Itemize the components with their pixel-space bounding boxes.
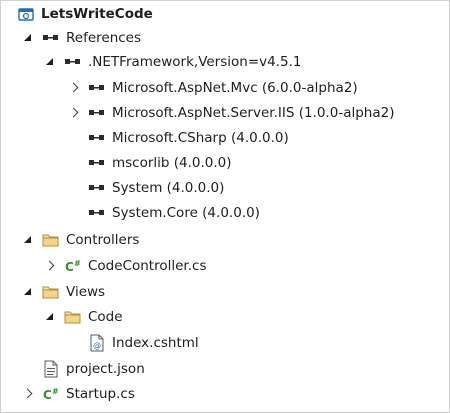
csharp-file-icon: C # <box>64 257 82 275</box>
expanded-icon[interactable] <box>2 7 16 21</box>
reference-icon <box>88 129 106 147</box>
tree-item-reference[interactable]: System.Core (4.0.0.0) <box>68 201 260 225</box>
tree-item-reference[interactable]: Microsoft.AspNet.Server.IIS (1.0.0-alpha… <box>68 101 394 125</box>
tree-item-framework[interactable]: .NETFramework,Version=v4.5.1 <box>44 50 301 74</box>
reference-icon <box>88 204 106 222</box>
reference-label: Microsoft.CSharp (4.0.0.0) <box>112 130 289 146</box>
reference-icon <box>88 104 106 122</box>
tree-item-reference[interactable]: mscorlib (4.0.0.0) <box>68 151 232 175</box>
svg-text:#: # <box>74 259 81 268</box>
no-toggle <box>68 206 82 220</box>
svg-text:@: @ <box>93 341 101 350</box>
reference-icon <box>88 179 106 197</box>
expanded-arrow-icon[interactable] <box>44 55 58 69</box>
expanded-arrow-icon[interactable] <box>22 233 36 247</box>
reference-label: System (4.0.0.0) <box>112 180 225 196</box>
tree-item-code-folder[interactable]: Code <box>44 305 123 329</box>
razor-file-icon: @ <box>88 334 106 352</box>
expanded-arrow-icon[interactable] <box>44 310 58 324</box>
no-toggle <box>68 181 82 195</box>
reference-label: Microsoft.AspNet.Mvc (6.0.0-alpha2) <box>112 80 358 96</box>
reference-label: mscorlib (4.0.0.0) <box>112 155 232 171</box>
folder-icon <box>42 283 60 301</box>
index-view-label: Index.cshtml <box>112 335 199 351</box>
tree-item-project[interactable]: LetsWriteCode <box>2 2 153 26</box>
svg-text:C: C <box>43 388 52 402</box>
tree-item-startup[interactable]: C # Startup.cs <box>22 382 135 406</box>
tree-item-controllers-folder[interactable]: Controllers <box>22 228 139 252</box>
collapsed-arrow-icon[interactable] <box>68 106 82 120</box>
views-label: Views <box>66 284 106 300</box>
project-json-label: project.json <box>66 361 145 377</box>
tree-item-project-json[interactable]: project.json <box>22 357 145 381</box>
reference-label: Microsoft.AspNet.Server.IIS (1.0.0-alpha… <box>112 105 395 121</box>
references-label: References <box>66 30 142 46</box>
code-folder-label: Code <box>88 309 123 325</box>
code-controller-label: CodeController.cs <box>88 258 207 274</box>
folder-icon <box>64 308 82 326</box>
reference-icon <box>88 154 106 172</box>
reference-label: System.Core (4.0.0.0) <box>112 205 260 221</box>
tree-item-reference[interactable]: Microsoft.AspNet.Mvc (6.0.0-alpha2) <box>68 76 358 100</box>
tree-item-reference[interactable]: System (4.0.0.0) <box>68 176 224 200</box>
json-file-icon <box>42 360 60 378</box>
tree-item-references[interactable]: References <box>22 26 141 50</box>
tree-item-code-controller[interactable]: C # CodeController.cs <box>44 254 206 278</box>
collapsed-arrow-icon[interactable] <box>68 81 82 95</box>
svg-text:#: # <box>52 387 59 396</box>
web-project-icon <box>17 5 35 23</box>
no-toggle <box>68 156 82 170</box>
project-label: LetsWriteCode <box>41 6 153 22</box>
expanded-arrow-icon[interactable] <box>22 31 36 45</box>
controllers-label: Controllers <box>66 232 140 248</box>
collapsed-arrow-icon[interactable] <box>22 387 36 401</box>
folder-icon <box>42 231 60 249</box>
references-icon <box>42 29 60 47</box>
tree-item-index-view[interactable]: @ Index.cshtml <box>68 331 199 355</box>
startup-label: Startup.cs <box>66 386 135 402</box>
no-toggle <box>22 362 36 376</box>
tree-item-views-folder[interactable]: Views <box>22 280 105 304</box>
collapsed-arrow-icon[interactable] <box>44 259 58 273</box>
expanded-arrow-icon[interactable] <box>22 285 36 299</box>
references-icon <box>64 53 82 71</box>
no-toggle <box>68 131 82 145</box>
tree-item-reference[interactable]: Microsoft.CSharp (4.0.0.0) <box>68 126 289 150</box>
csharp-file-icon: C # <box>42 385 60 403</box>
no-toggle <box>68 336 82 350</box>
framework-label: .NETFramework,Version=v4.5.1 <box>88 54 302 70</box>
svg-text:C: C <box>65 260 74 274</box>
reference-icon <box>88 79 106 97</box>
